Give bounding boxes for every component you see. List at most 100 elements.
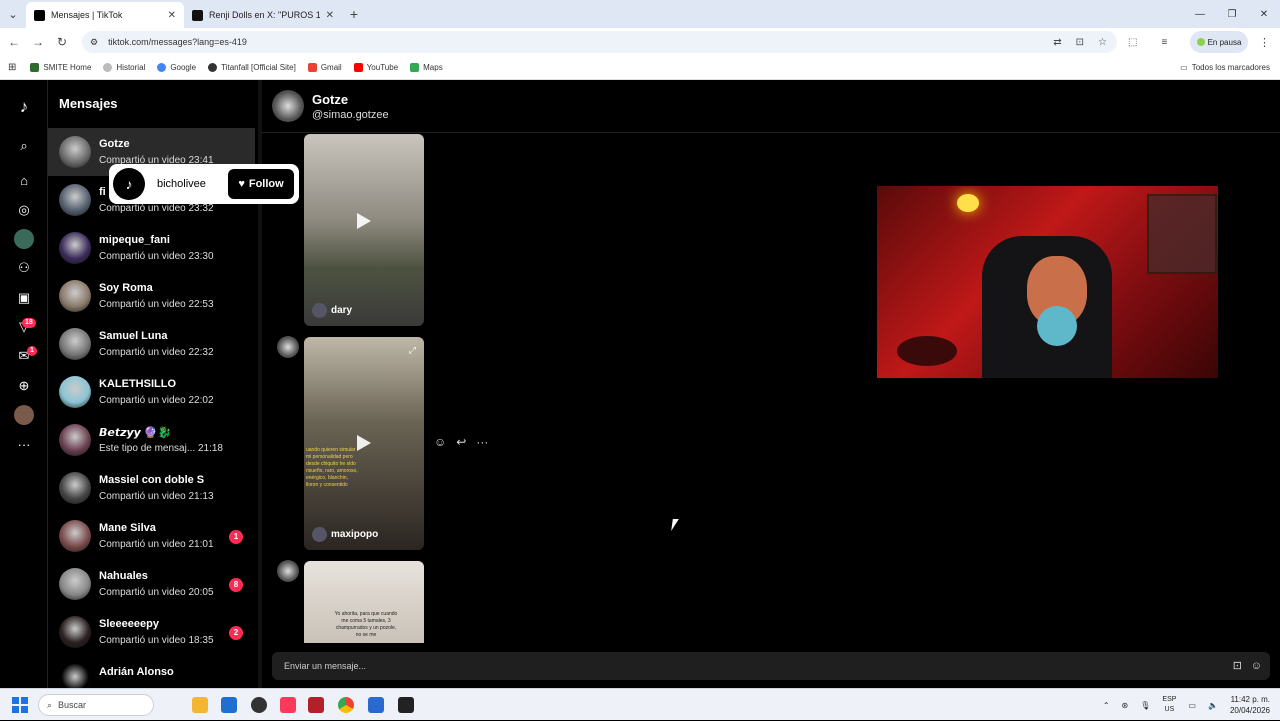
tab-tiktok[interactable]: Mensajes | TikTok ✕ <box>26 2 184 28</box>
store-icon[interactable] <box>221 697 237 713</box>
media-icon[interactable]: ≡ <box>1161 37 1167 48</box>
tab-search-icon[interactable]: ⌄ <box>0 0 26 28</box>
editor-icon[interactable] <box>368 697 384 713</box>
conversation-item[interactable]: Massiel con doble S Compartió un video 21… <box>48 464 255 512</box>
profile-avatar-icon[interactable] <box>14 405 34 425</box>
conversation-item[interactable]: Samuel Luna Compartió un video 22:32 <box>48 320 255 368</box>
close-tab-icon[interactable]: ✕ <box>168 10 176 21</box>
tiktok-logo-icon[interactable]: ♪ <box>14 97 34 117</box>
upload-icon[interactable]: ⊕ <box>14 376 34 396</box>
conversation-avatar <box>59 616 91 648</box>
extensions-icon[interactable]: ⬚ <box>1128 37 1137 48</box>
play-icon[interactable] <box>357 435 371 451</box>
site-info-icon[interactable]: ⚙ <box>90 37 98 48</box>
bookmark-maps[interactable]: Maps <box>410 63 443 72</box>
conversation-item[interactable]: Mane Silva Compartió un video 21:01 1 <box>48 512 255 560</box>
bookmark-gmail[interactable]: Gmail <box>307 63 342 72</box>
shared-video-card[interactable]: ⤢ uando quieren simular mi personalidad … <box>304 337 424 550</box>
emoji-icon[interactable]: ☺ <box>1251 652 1262 680</box>
windows-start-icon[interactable] <box>12 697 28 713</box>
lang-code: ESP <box>1162 696 1177 703</box>
forward-icon[interactable]: → <box>26 35 50 49</box>
translate-icon[interactable]: ⇄ <box>1053 37 1061 48</box>
music-icon[interactable] <box>280 697 296 713</box>
conversation-item[interactable]: KALETHSILLO Compartió un video 22:02 <box>48 368 255 416</box>
bookmark-star-icon[interactable]: ☆ <box>1098 37 1107 48</box>
microphone-icon[interactable]: 🎙 <box>1140 701 1150 710</box>
contact-handle[interactable]: @simao.gotzee <box>312 109 389 121</box>
friends-icon[interactable]: ⚇ <box>14 258 34 278</box>
more-icon[interactable]: ··· <box>14 434 34 454</box>
tray-app-icon[interactable]: ⊛ <box>1122 701 1129 710</box>
app-icon[interactable] <box>251 697 267 713</box>
conversation-preview: Este tipo de mensaj... 21:18 <box>99 443 223 454</box>
address-bar[interactable]: ⚙ tiktok.com/messages?lang=es-419 ⇄ ⊡ ☆ <box>82 31 1117 53</box>
new-tab-button[interactable]: + <box>342 2 366 28</box>
all-bookmarks[interactable]: ▭ Todos los marcadores <box>1180 63 1270 72</box>
bookmark-google[interactable]: Google <box>157 63 196 72</box>
conversation-avatar <box>59 520 91 552</box>
follow-popup: ♪ bicholivee ♥ Follow <box>109 164 299 204</box>
conversation-item[interactable]: Sleeeeeepy Compartió un video 18:35 2 <box>48 608 255 656</box>
search-icon[interactable]: ⌕ <box>14 136 34 156</box>
terminal-icon[interactable] <box>398 697 414 713</box>
author-avatar <box>312 303 327 318</box>
conversation-name: Sleeeeeepy <box>99 618 159 630</box>
bookmark-historial[interactable]: Historial <box>103 63 145 72</box>
react-icon[interactable]: ☺ <box>434 435 446 449</box>
live-icon[interactable]: ▣ <box>14 288 34 308</box>
conversation-item[interactable]: 𝘽𝙚𝙩𝙯𝙮𝙮 🔮🐉 Este tipo de mensaj... 21:18 <box>48 416 255 464</box>
install-icon[interactable]: ⊡ <box>1076 37 1084 48</box>
minimize-icon[interactable]: — <box>1184 0 1216 28</box>
tray-chevron-icon[interactable]: ⌃ <box>1103 701 1110 710</box>
reply-icon[interactable]: ↩ <box>456 435 466 449</box>
play-icon[interactable] <box>357 213 371 229</box>
more-actions-icon[interactable]: ··· <box>476 435 488 449</box>
follow-button[interactable]: ♥ Follow <box>228 169 294 199</box>
apps-grid-icon[interactable]: ⊞ <box>8 62 16 73</box>
bookmark-titanfall[interactable]: Titanfall [Official Site] <box>208 63 296 72</box>
menu-kebab-icon[interactable]: ⋮ <box>1259 36 1270 49</box>
mouse-cursor <box>671 519 679 531</box>
chrome-icon[interactable] <box>338 697 354 713</box>
file-explorer-icon[interactable] <box>192 697 208 713</box>
conversation-preview: Compartió un video 22:02 <box>99 395 214 406</box>
network-icon[interactable]: ▭ <box>1188 701 1196 710</box>
message-avatar[interactable] <box>277 336 299 358</box>
expand-icon[interactable]: ⤢ <box>409 345 416 356</box>
close-tab-icon[interactable]: ✕ <box>326 10 334 21</box>
game-icon[interactable] <box>308 697 324 713</box>
tab-x[interactable]: Renji Dolls en X: "PUROS 10, C ✕ <box>184 2 342 28</box>
conversation-item[interactable]: Nahuales Compartió un video 20:05 8 <box>48 560 255 608</box>
contact-name[interactable]: Gotze <box>312 92 348 107</box>
following-avatar-icon[interactable] <box>14 229 34 249</box>
shared-video-card[interactable]: Yo ahorita, para que cuando me coma 5 ta… <box>304 561 424 643</box>
conversation-preview: Compartió un video 23:30 <box>99 251 214 262</box>
browser-toolbar: ← → ↻ ⚙ tiktok.com/messages?lang=es-419 … <box>0 28 1280 56</box>
message-input[interactable]: Enviar un mensaje... ⊡ ☺ <box>272 652 1270 680</box>
back-icon[interactable]: ← <box>2 35 26 49</box>
conversation-item[interactable]: Soy Roma Compartió un video 22:53 <box>48 272 255 320</box>
language-indicator[interactable]: ESP US <box>1162 695 1176 715</box>
bookmark-youtube[interactable]: YouTube <box>353 63 398 72</box>
shared-video-card[interactable]: dary <box>304 134 424 326</box>
clock[interactable]: 11:42 p. m. 20/04/2026 <box>1230 694 1270 716</box>
message-avatar[interactable] <box>277 560 299 582</box>
contact-avatar[interactable] <box>272 90 304 122</box>
image-upload-icon[interactable]: ⊡ <box>1233 652 1242 680</box>
taskbar-search[interactable]: ⌕ Buscar <box>38 694 154 716</box>
home-icon[interactable]: ⌂ <box>14 170 34 190</box>
restore-icon[interactable]: ❐ <box>1216 0 1248 28</box>
reload-icon[interactable]: ↻ <box>50 35 74 49</box>
conversation-name: Mane Silva <box>99 522 156 534</box>
conversation-time: 22:32 <box>188 347 214 358</box>
close-window-icon[interactable]: ✕ <box>1248 0 1280 28</box>
profile-button[interactable]: En pausa <box>1190 31 1248 53</box>
bookmark-smite[interactable]: SMITE Home <box>30 63 91 72</box>
explore-icon[interactable]: ◎ <box>14 200 34 220</box>
volume-icon[interactable]: 🔈 <box>1208 701 1218 710</box>
conversation-item[interactable]: mipeque_fani Compartió un video 23:30 <box>48 224 255 272</box>
conversation-name: 𝘽𝙚𝙩𝙯𝙮𝙮 🔮🐉 <box>99 427 172 439</box>
messages-badge: 1 <box>27 346 37 356</box>
system-tray: ⌃ ⊛ 🎙 ESP US ▭ 🔈 11:42 p. m. 20/04/2026 <box>1103 689 1270 721</box>
